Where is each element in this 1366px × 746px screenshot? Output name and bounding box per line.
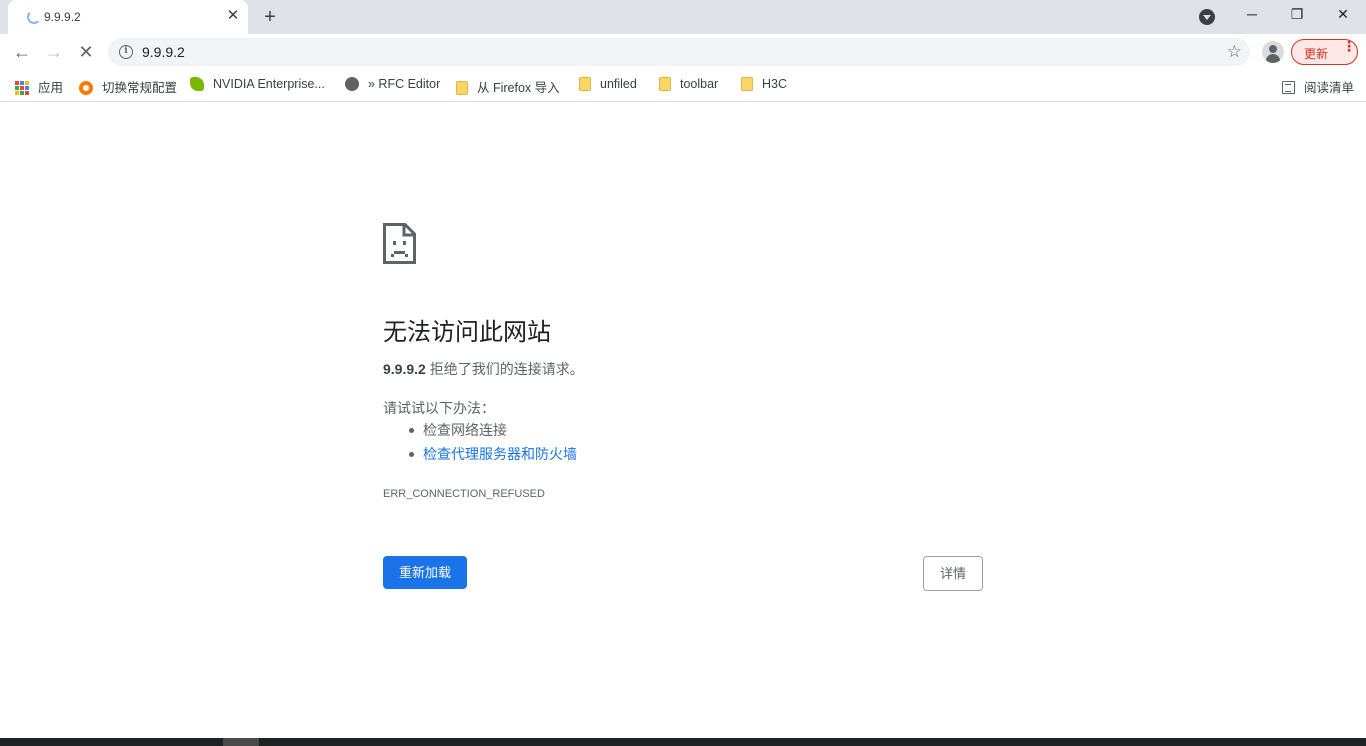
bookmark-profile-switch[interactable]: 切换常规配置 [79, 77, 177, 95]
menu-kebab-icon[interactable]: ⋮ [1342, 39, 1356, 53]
address-bar[interactable]: i 9.9.9.2 ☆ [108, 38, 1250, 66]
taskbar-active-item[interactable] [223, 738, 259, 746]
bookmark-label: H3C [762, 77, 788, 91]
bookmarks-bar: 应用 切换常规配置 NVIDIA Enterprise... » RFC Edi… [0, 70, 1366, 102]
bookmark-nvidia[interactable]: NVIDIA Enterprise... [190, 76, 325, 95]
folder-icon [659, 76, 671, 91]
bookmark-folder-h3c[interactable]: H3C [741, 76, 788, 95]
minimize-button[interactable]: ─ [1229, 0, 1275, 30]
close-window-button[interactable]: ✕ [1320, 0, 1366, 30]
apps-icon [15, 80, 29, 95]
site-info-icon[interactable]: i [119, 45, 133, 59]
restore-button[interactable]: ❐ [1274, 0, 1320, 30]
error-code: ERR_CONNECTION_REFUSED [383, 488, 545, 500]
error-summary: 9.9.9.2 拒绝了我们的连接请求。 [383, 359, 584, 379]
profile-avatar-icon[interactable] [1262, 41, 1284, 63]
globe-icon [345, 76, 359, 91]
tab-search-icon[interactable] [1199, 9, 1215, 25]
bookmark-star-icon[interactable]: ☆ [1227, 42, 1242, 62]
bookmark-label: 应用 [38, 81, 64, 95]
bookmark-label: unfiled [600, 77, 637, 91]
bookmark-folder-firefox[interactable]: 从 Firefox 导入 [456, 77, 560, 95]
toolbar: ← → ✕ i 9.9.9.2 ☆ 更新 ⋮ [0, 34, 1366, 70]
update-button[interactable]: 更新 ⋮ [1291, 39, 1358, 65]
folder-icon [579, 76, 591, 91]
folder-icon [456, 80, 468, 95]
active-tab[interactable]: 9.9.9.2 ✕ [8, 0, 248, 34]
bookmark-label: » RFC Editor [368, 77, 441, 91]
bookmark-folder-unfiled[interactable]: unfiled [579, 76, 637, 95]
error-host: 9.9.9.2 [383, 361, 426, 377]
new-tab-button[interactable]: + [259, 6, 281, 28]
bookmark-rfc-editor[interactable]: » RFC Editor [345, 76, 441, 95]
bookmark-label: NVIDIA Enterprise... [213, 77, 325, 91]
error-summary-text: 拒绝了我们的连接请求。 [425, 361, 584, 377]
bookmark-label: 从 Firefox 导入 [477, 81, 560, 95]
back-button[interactable]: ← [8, 38, 36, 66]
folder-icon [741, 76, 753, 91]
nvidia-icon [190, 76, 204, 91]
suggestion-check-network: 检查网络连接 [409, 421, 577, 445]
bookmark-folder-toolbar[interactable]: toolbar [659, 76, 719, 95]
error-heading: 无法访问此网站 [383, 319, 551, 346]
reading-list-button[interactable]: 阅读清单 [1282, 77, 1354, 95]
orange-circle-icon [79, 80, 93, 95]
loading-spinner-icon [27, 10, 41, 24]
update-label: 更新 [1304, 47, 1329, 61]
forward-button[interactable]: → [40, 38, 68, 66]
reload-button[interactable]: 重新加载 [383, 556, 467, 589]
tab-strip: 9.9.9.2 ✕ + ─ ❐ ✕ [0, 0, 1366, 34]
reading-list-label: 阅读清单 [1304, 81, 1355, 95]
reading-list-icon [1282, 81, 1295, 95]
suggestion-check-proxy-link[interactable]: 检查代理服务器和防火墙 [409, 445, 577, 469]
suggestions-list: 检查网络连接 检查代理服务器和防火墙 [409, 421, 577, 469]
stop-loading-button[interactable]: ✕ [72, 38, 100, 66]
sad-page-icon [383, 223, 416, 264]
bookmark-label: 切换常规配置 [102, 81, 178, 95]
url-text[interactable]: 9.9.9.2 [142, 44, 185, 60]
bookmark-apps[interactable]: 应用 [15, 77, 63, 95]
tab-title: 9.9.9.2 [44, 10, 81, 24]
taskbar [0, 738, 1366, 746]
bookmark-label: toolbar [680, 77, 719, 91]
details-button[interactable]: 详情 [923, 556, 983, 591]
tab-close-icon[interactable]: ✕ [224, 7, 242, 25]
suggestions-intro: 请试试以下办法： [383, 400, 495, 416]
